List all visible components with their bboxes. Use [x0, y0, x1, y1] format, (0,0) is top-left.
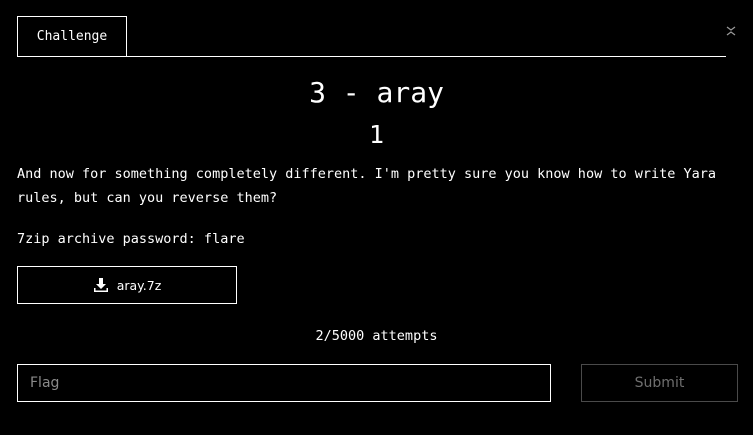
download-file-button[interactable]: aray.7z	[17, 266, 237, 304]
challenge-title: 3 - aray	[309, 76, 444, 109]
submit-button[interactable]: Submit	[581, 364, 738, 402]
archive-password: 7zip archive password: flare	[17, 231, 245, 247]
tab-challenge-label: Challenge	[36, 29, 108, 44]
download-icon	[93, 278, 108, 292]
attempts-counter: 2/5000 attempts	[315, 328, 438, 344]
close-icon	[726, 26, 736, 36]
challenge-description: And now for something completely differe…	[17, 166, 716, 206]
submit-button-label: Submit	[634, 375, 685, 391]
download-file-label: aray.7z	[116, 277, 162, 293]
flag-input[interactable]	[17, 364, 551, 402]
tab-challenge[interactable]: Challenge	[17, 16, 127, 56]
challenge-points: 1	[368, 120, 385, 149]
tab-divider	[17, 56, 726, 57]
close-button[interactable]	[724, 22, 738, 36]
